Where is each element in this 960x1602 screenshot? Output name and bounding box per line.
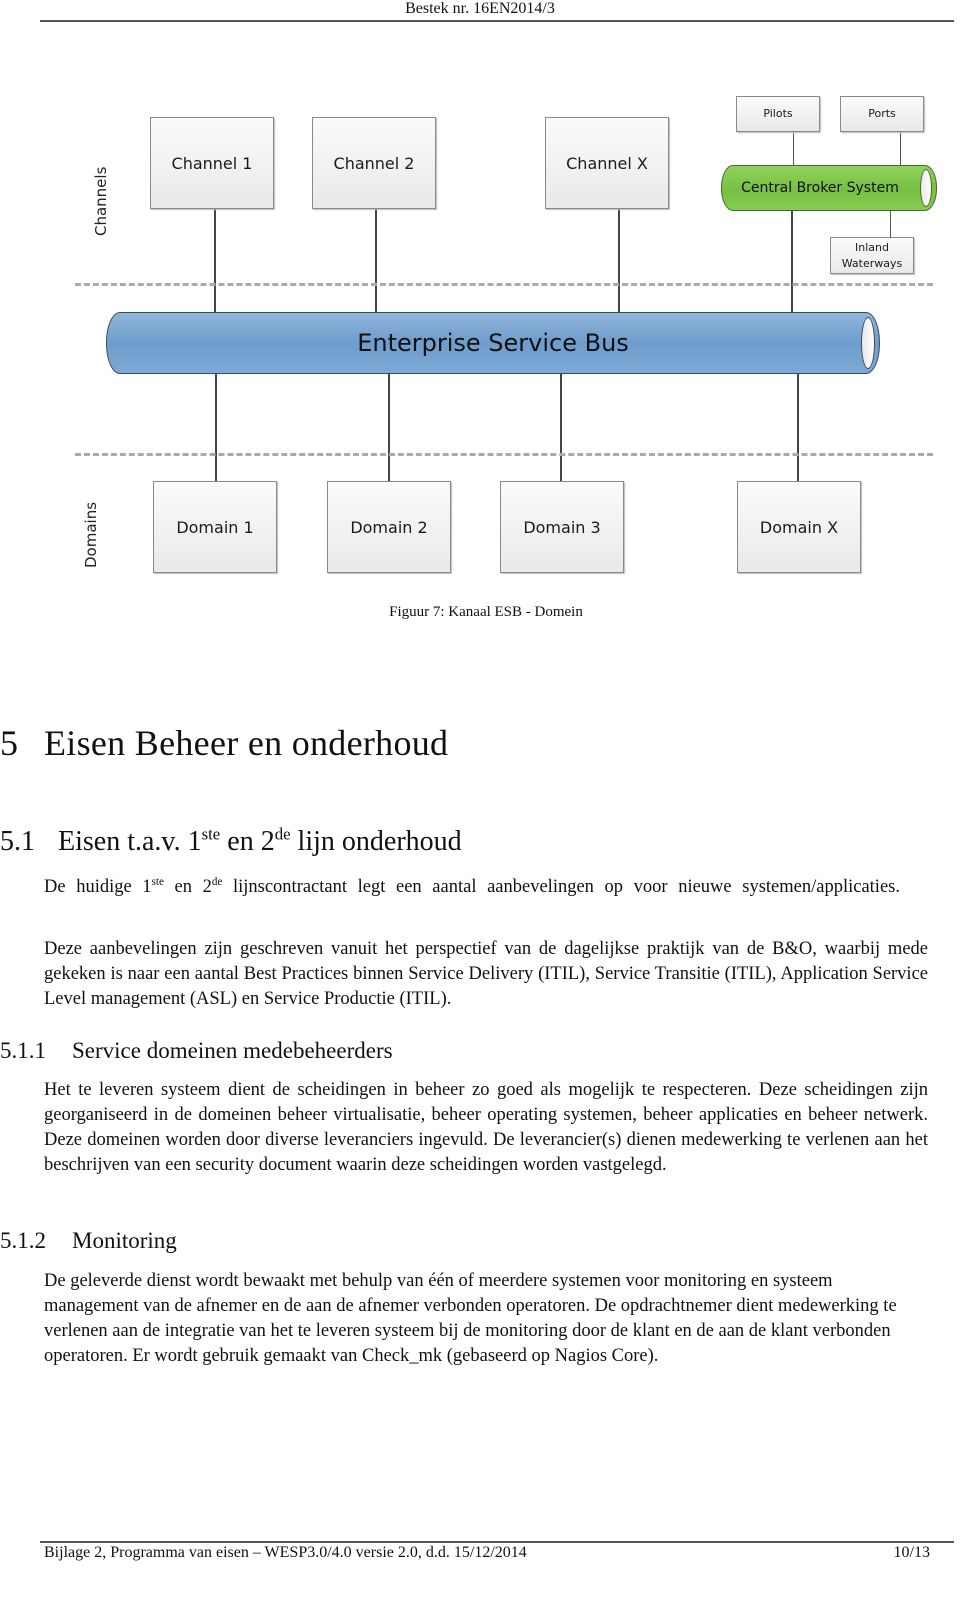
connector-domain-2 bbox=[388, 372, 390, 482]
subsubsection-text: Het te leveren systeem dient de scheidin… bbox=[44, 1080, 928, 1175]
title-part: Eisen t.a.v. 1 bbox=[58, 826, 202, 857]
subsection-number: 5.1 bbox=[0, 826, 35, 857]
connector-channel-1 bbox=[214, 207, 216, 312]
inland-waterways-line-1: Inland bbox=[855, 240, 889, 254]
channel-box: Channel 1 bbox=[150, 117, 274, 209]
intro-sup: ste bbox=[151, 875, 164, 888]
title-sup: ste bbox=[201, 824, 221, 844]
subsubsection-heading: 5.1.1 Service domeinen medebeheerders bbox=[0, 1038, 393, 1064]
channels-axis-label: Channels bbox=[92, 166, 110, 236]
footer-rule bbox=[40, 1541, 954, 1543]
esb-label: Enterprise Service Bus bbox=[357, 329, 629, 357]
connector-domain-x bbox=[797, 372, 799, 482]
esb-diagram: Channels Domains Channel 1 Channel 2 Cha… bbox=[0, 0, 960, 600]
section-number: 5 bbox=[0, 723, 19, 763]
subsubsection-number: 5.1.2 bbox=[0, 1228, 46, 1253]
subsection-paragraph: Deze aanbevelingen zijn geschreven vanui… bbox=[44, 939, 928, 1009]
title-sup: de bbox=[274, 824, 291, 844]
subsubsection-text: De geleverde dienst wordt bewaakt met be… bbox=[44, 1271, 897, 1366]
intro-part: en 2 bbox=[163, 877, 212, 897]
subsection-heading: 5.1 Eisen t.a.v. 1ste en 2de lijn onderho… bbox=[0, 826, 462, 858]
figure-caption: Figuur 7: Kanaal ESB - Domein bbox=[389, 604, 583, 620]
page-number: 10/13 bbox=[893, 1544, 930, 1561]
subsubsection-heading: 5.1.2 Monitoring bbox=[0, 1228, 177, 1254]
channel-box: Channel X bbox=[545, 117, 669, 209]
connector-pilots bbox=[793, 131, 794, 165]
footer-text: Bijlage 2, Programma van eisen – WESP3.0… bbox=[44, 1544, 527, 1561]
domain-box: Domain 3 bbox=[500, 481, 624, 573]
domain-box: Domain 1 bbox=[153, 481, 277, 573]
intro-part: De huidige 1 bbox=[44, 877, 152, 897]
domains-axis-label: Domains bbox=[82, 501, 100, 568]
connector-ports bbox=[900, 131, 901, 165]
separator-top bbox=[75, 283, 933, 286]
connector-broker bbox=[791, 209, 793, 312]
domain-box: Domain 2 bbox=[327, 481, 451, 573]
pilots-box: Pilots bbox=[736, 96, 820, 132]
central-broker-label: Central Broker System bbox=[741, 180, 899, 196]
tube-end-icon bbox=[861, 317, 875, 369]
domain-box: Domain X bbox=[737, 481, 861, 573]
tube-end-icon bbox=[920, 169, 932, 207]
connector-domain-3 bbox=[560, 372, 562, 482]
section-title: Eisen Beheer en onderhoud bbox=[44, 723, 449, 763]
subsubsection-title: Monitoring bbox=[72, 1228, 177, 1253]
connector-channel-x bbox=[618, 207, 620, 312]
title-part: lijn onderhoud bbox=[290, 826, 462, 857]
intro-part: lijnscontractant legt een aantal aanbeve… bbox=[222, 877, 900, 897]
enterprise-service-bus: Enterprise Service Bus bbox=[106, 312, 880, 374]
section-heading: 5 Eisen Beheer en onderhoud bbox=[0, 722, 448, 764]
connector-channel-2 bbox=[375, 207, 377, 312]
inland-waterways-box: Inland Waterways bbox=[830, 237, 914, 274]
subsubsection-title: Service domeinen medebeheerders bbox=[72, 1038, 393, 1063]
ports-box: Ports bbox=[840, 96, 924, 132]
inland-waterways-line-2: Waterways bbox=[841, 256, 903, 270]
channel-box: Channel 2 bbox=[312, 117, 436, 209]
title-part: en 2 bbox=[220, 826, 275, 857]
intro-sup: de bbox=[211, 875, 223, 888]
connector-inland-waterways bbox=[890, 209, 891, 237]
connector-domain-1 bbox=[215, 372, 217, 482]
subsubsection-number: 5.1.1 bbox=[0, 1038, 46, 1063]
separator-bottom bbox=[75, 453, 933, 456]
central-broker-system: Central Broker System bbox=[721, 165, 937, 211]
subsection-intro: De huidige 1ste en 2de lijnscontractant … bbox=[44, 875, 928, 900]
